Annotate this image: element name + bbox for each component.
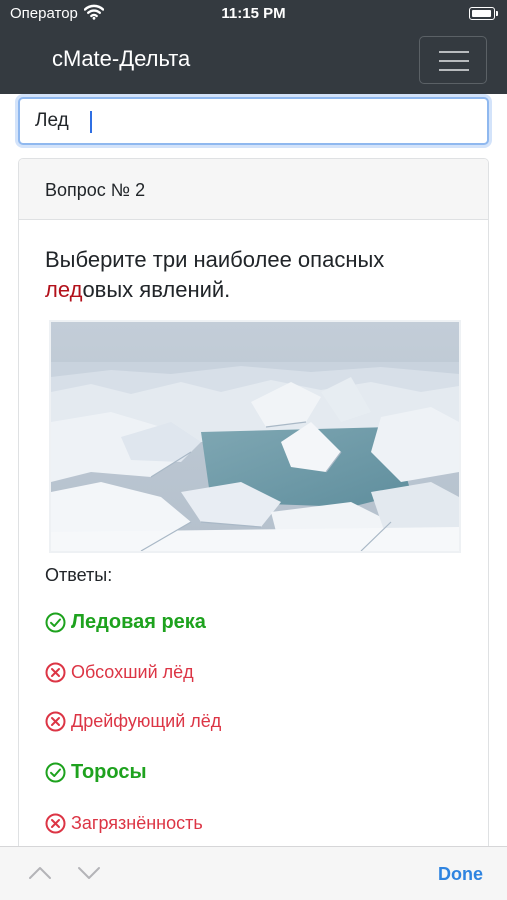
check-circle-icon <box>45 762 66 783</box>
battery-icon <box>469 7 498 20</box>
answer-text: Торосы <box>71 761 147 783</box>
card-header: Вопрос № 2 <box>19 159 488 220</box>
navbar: cMate-Дельта <box>0 28 507 94</box>
text-caret <box>90 111 92 133</box>
answer-text: Ледовая река <box>71 611 206 633</box>
check-circle-icon <box>45 612 66 633</box>
search-highlight: лед <box>45 277 83 302</box>
answer-text: Дрейфующий лёд <box>71 711 222 731</box>
answer-item: Обсохший лёд <box>45 662 194 683</box>
clock: 11:15 PM <box>221 5 286 22</box>
question-text: Выберите три наиболее опасных ледовых яв… <box>45 247 385 302</box>
question-image <box>49 320 461 553</box>
hamburger-menu-icon[interactable] <box>419 36 487 84</box>
question-card: Вопрос № 2 Выберите три наиболее опасных… <box>18 158 489 878</box>
x-circle-icon <box>45 813 66 834</box>
x-circle-icon <box>45 662 66 683</box>
chevron-up-icon[interactable] <box>28 865 52 881</box>
keyboard-toolbar: Done <box>0 846 507 900</box>
answer-item: Торосы <box>45 761 147 784</box>
search-field[interactable] <box>18 97 489 145</box>
answer-item: Дрейфующий лёд <box>45 711 221 732</box>
x-circle-icon <box>45 711 66 732</box>
brand-title[interactable]: cMate-Дельта <box>52 46 190 72</box>
answer-item: Ледовая река <box>45 611 206 634</box>
answer-text: Обсохший лёд <box>71 662 194 682</box>
status-bar: Оператор 11:15 PM <box>0 0 507 28</box>
answer-text: Загрязнённость <box>71 813 203 833</box>
done-button[interactable]: Done <box>438 864 483 885</box>
answers-label: Ответы: <box>45 565 113 585</box>
chevron-down-icon[interactable] <box>77 865 101 881</box>
answer-item: Загрязнённость <box>45 813 203 834</box>
